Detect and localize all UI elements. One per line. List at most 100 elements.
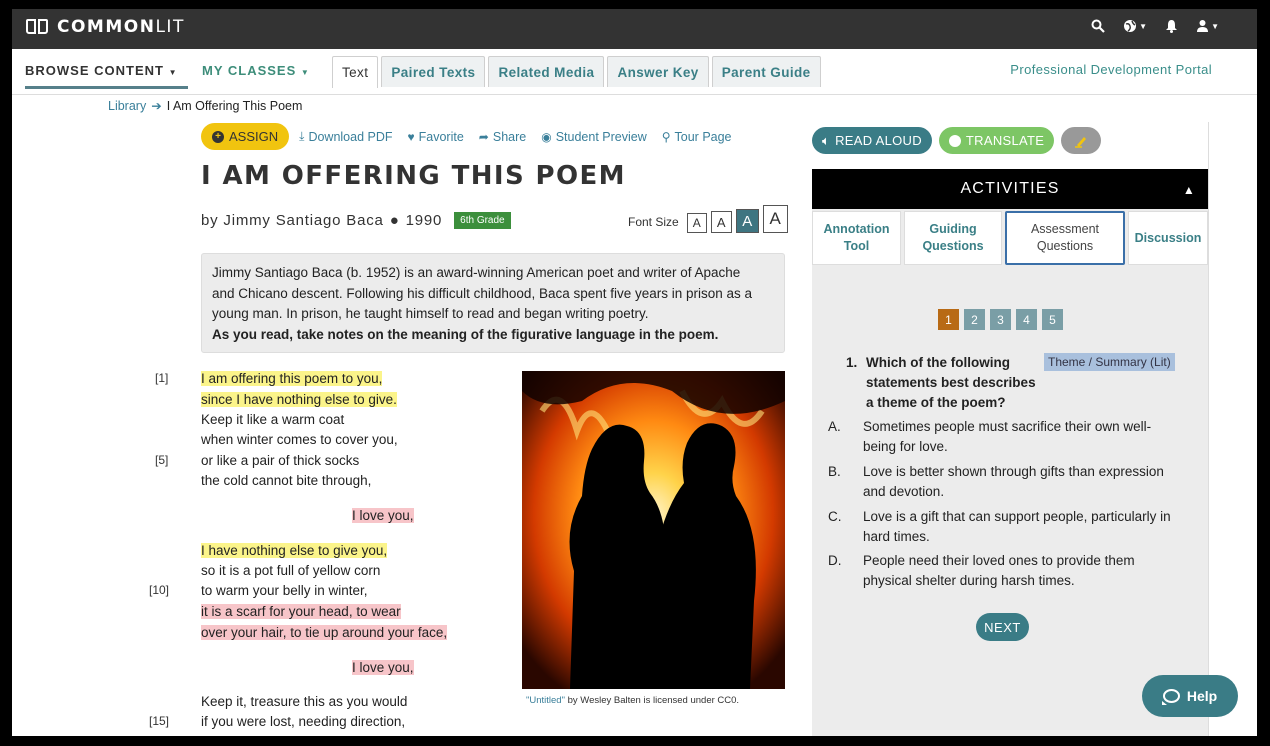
page-1-button[interactable]: 1 [938,309,959,330]
person-icon: ⚲ [661,129,671,144]
my-classes-menu[interactable]: MY CLASSES ▼ [202,63,310,78]
page-4-button[interactable]: 4 [1016,309,1037,330]
share-link[interactable]: ➦ Share [479,130,526,144]
assign-label: ASSIGN [229,129,279,144]
poem-line[interactable]: when winter comes to cover you, [201,430,398,450]
top-bar: COMMONLIT ▼ ▼ [12,9,1257,49]
commonlit-logo[interactable]: COMMONLIT [26,17,185,37]
font-size-control: Font Size A A A A [628,205,788,233]
panel-buttons: 🔈︎ READ ALOUD TRANSLATE [812,127,1102,154]
poem-image [522,371,785,689]
poem-line[interactable]: since I have nothing else to give. [201,390,397,410]
image-caption: "Untitled" by Wesley Balten is licensed … [526,695,740,706]
tab-related-media[interactable]: Related Media [488,56,605,87]
chat-bubble-icon [1161,689,1180,705]
translate-button[interactable]: TRANSLATE [938,127,1055,154]
line-number: [1] [155,371,169,385]
highlighter-button[interactable] [1061,127,1102,154]
poem-line[interactable]: to warm your belly in winter, [201,581,368,601]
intro-box: Jimmy Santiago Baca (b. 1952) is an awar… [201,253,785,353]
page-3-button[interactable]: 3 [990,309,1011,330]
tab-annotation-tool[interactable]: Annotation Tool [812,211,901,265]
activities-title: ACTIVITIES [960,180,1060,197]
logo-text-bold: COMMON [57,17,156,37]
caption-link[interactable]: "Untitled" [526,695,565,706]
favorite-link[interactable]: ♥ Favorite [408,130,464,144]
poem-line[interactable]: if you were lost, needing direction, [201,712,405,732]
nav-row: BROWSE CONTENT ▼ MY CLASSES ▼ Text Paire… [12,49,1257,95]
activity-tabs: Annotation Tool Guiding Questions Assessme… [812,211,1208,265]
tour-page-link[interactable]: ⚲ Tour Page [662,130,732,144]
page-2-button[interactable]: 2 [964,309,985,330]
poem-line[interactable]: so it is a pot full of yellow corn [201,561,380,581]
tab-answer-key[interactable]: Answer Key [607,56,709,87]
book-icon [26,18,50,36]
poem-line[interactable]: or like a pair of thick socks [201,451,359,471]
byline: by Jimmy Santiago Baca ● 1990 6th Grade [201,212,511,229]
next-button[interactable]: NEXT [976,613,1029,641]
intro-line: young man. In prison, he taught himself … [212,306,649,321]
page-title: I AM OFFERING THIS POEM [201,161,626,191]
search-icon[interactable] [1091,19,1105,33]
student-preview-link[interactable]: ◉ Student Preview [541,130,647,144]
download-icon: ⤓ [299,129,305,143]
font-size-large-button[interactable]: A [735,209,759,233]
reading-instruction: As you read, take notes on the meaning o… [212,326,719,342]
poem-line[interactable]: over your hair, to tie up around your fa… [201,623,448,643]
line-number: [5] [155,453,169,467]
read-aloud-button[interactable]: 🔈︎ READ ALOUD [812,127,932,154]
breadcrumb-current: I Am Offering This Poem [166,98,303,113]
font-size-medium-button[interactable]: A [710,211,732,233]
intro-line: and Chicano descent. Following his diffi… [212,285,753,301]
grade-badge: 6th Grade [454,212,511,229]
chevron-up-icon[interactable]: ▲ [1183,183,1196,197]
poem-line[interactable]: Keep it, treasure this as you would [201,692,407,712]
line-number: [15] [149,714,170,728]
font-size-xlarge-button[interactable]: A [762,205,788,233]
theme-tag: Theme / Summary (Lit) [1044,353,1175,371]
intro-line: Jimmy Santiago Baca (b. 1952) is an awar… [212,265,741,280]
poem-line[interactable]: I have nothing else to give you, [201,541,388,561]
text-tabs: Text Paired Texts Related Media Answer K… [332,56,821,88]
download-pdf-link[interactable]: ⤓ Download PDF [299,129,392,144]
breadcrumb-library[interactable]: Library [108,99,146,113]
question-pager: 1 2 3 4 5 [938,309,1063,330]
pd-portal-link[interactable]: Professional Development Portal [1010,62,1212,77]
globe-icon [948,134,961,147]
tab-assessment-questions[interactable]: Assessment Questions [1005,211,1125,265]
bell-icon[interactable] [1165,19,1178,33]
breadcrumb: Library ➔ I Am Offering This Poem [108,98,303,114]
tab-guiding-questions[interactable]: Guiding Questions [904,211,1002,265]
poem-line[interactable]: Keep it like a warm coat [201,410,344,430]
poem-line[interactable]: it is a scarf for your head, to wear [201,602,401,622]
page-5-button[interactable]: 5 [1042,309,1063,330]
tab-paired-texts[interactable]: Paired Texts [381,56,486,87]
assign-button[interactable]: + ASSIGN [201,123,290,150]
heart-hand-icon: ♥ [407,129,415,144]
font-size-label: Font Size [628,215,679,229]
poem-line[interactable]: I love you, [352,506,414,526]
poem-line[interactable]: I am offering this poem to you, [201,369,383,389]
share-icon: ➦ [478,129,489,144]
help-button[interactable]: Help [1142,675,1238,717]
tab-text[interactable]: Text [332,56,379,88]
year: 1990 [405,212,443,229]
tab-discussion[interactable]: Discussion [1128,211,1208,265]
plus-icon: + [212,130,224,143]
browse-content-menu[interactable]: BROWSE CONTENT ▼ [25,63,188,89]
chevron-down-icon: ▼ [300,68,310,77]
chevron-down-icon: ▼ [168,68,178,77]
globe-icon[interactable]: ▼ [1123,19,1147,33]
eye-icon: ◉ [541,129,552,144]
user-icon[interactable]: ▼ [1196,19,1219,33]
poem-line[interactable]: the cold cannot bite through, [201,471,371,491]
author: by Jimmy Santiago Baca [201,212,384,229]
activities-header[interactable]: ACTIVITIES ▲ [812,169,1208,209]
panel-scrollbar[interactable] [1208,122,1218,736]
bullet: ● [389,212,400,229]
poem-line[interactable]: I love you, [352,658,414,678]
highlighter-icon [1075,136,1087,148]
font-size-small-button[interactable]: A [686,213,707,233]
arrow-right-icon: ➔ [151,99,162,113]
tab-parent-guide[interactable]: Parent Guide [711,56,821,87]
